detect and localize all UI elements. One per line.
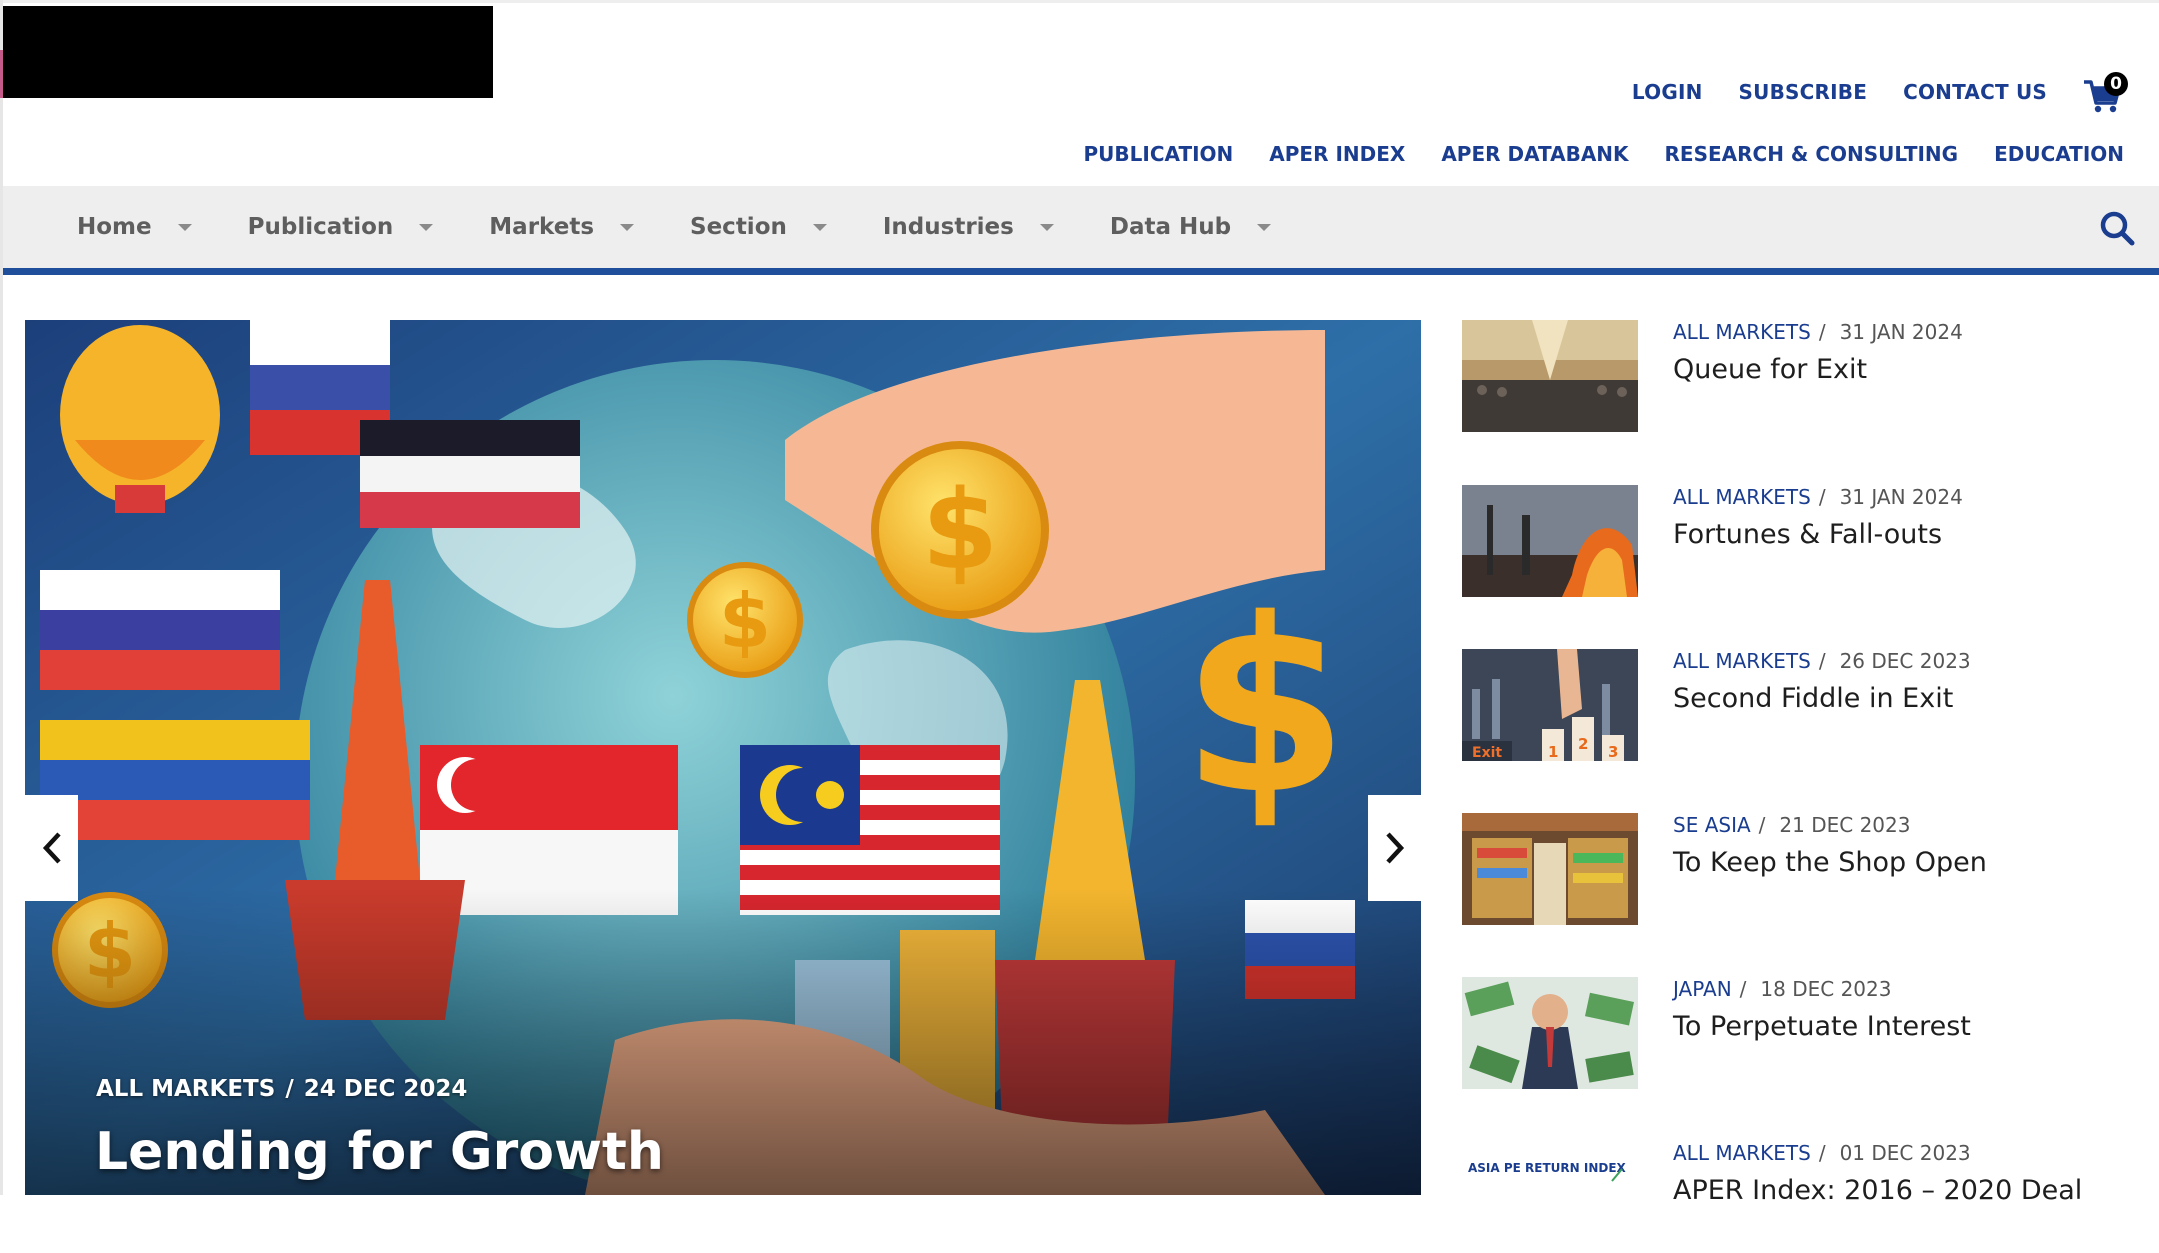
main-nav: Home Publication Markets Section Industr… xyxy=(3,186,2159,275)
search-icon[interactable] xyxy=(2099,210,2135,246)
article-title[interactable]: To Perpetuate Interest xyxy=(1673,1011,1971,1042)
chevron-right-icon xyxy=(1385,832,1404,864)
slide-title[interactable]: Lending for Growth xyxy=(95,1122,664,1182)
nav-label: Section xyxy=(690,214,787,240)
side-article: ASIA PE RETURN INDEX ALL MARKETS / 01 DE… xyxy=(1462,1141,2142,1253)
thumb-podium-2: 2 xyxy=(1578,735,1588,753)
chevron-down-icon xyxy=(177,223,192,231)
meta-separator: / xyxy=(1818,649,1826,673)
thumb-podium-1: 1 xyxy=(1548,743,1558,761)
hero-image: $ $ $ $ xyxy=(25,320,1421,1195)
aper-databank-link[interactable]: APER DATABANK xyxy=(1441,142,1628,166)
education-link[interactable]: EDUCATION xyxy=(1994,142,2124,166)
meta-separator: / xyxy=(1739,977,1747,1001)
article-category[interactable]: JAPAN xyxy=(1673,977,1732,1001)
article-meta: JAPAN / 18 DEC 2023 xyxy=(1673,977,1891,1001)
article-date: 21 DEC 2023 xyxy=(1779,813,1911,837)
article-thumbnail[interactable] xyxy=(1462,485,1638,597)
article-meta: ALL MARKETS / 01 DEC 2023 xyxy=(1673,1141,1971,1165)
meta-separator: / xyxy=(1818,1141,1826,1165)
subscribe-link[interactable]: SUBSCRIBE xyxy=(1739,80,1868,104)
article-thumbnail[interactable] xyxy=(1462,320,1638,432)
chevron-down-icon xyxy=(1039,223,1054,231)
chevron-down-icon xyxy=(620,223,635,231)
article-date: 26 DEC 2023 xyxy=(1839,649,1971,673)
article-meta: SE ASIA / 21 DEC 2023 xyxy=(1673,813,1910,837)
hero-slider[interactable]: $ $ $ $ ALL MARKETS / 24 DEC 2024 Lendin… xyxy=(25,320,1421,1195)
nav-item-publication[interactable]: Publication xyxy=(248,214,434,240)
nav-label: Home xyxy=(77,214,152,240)
nav-item-data-hub[interactable]: Data Hub xyxy=(1109,214,1272,240)
article-category[interactable]: ALL MARKETS xyxy=(1673,649,1811,673)
article-date: 31 JAN 2024 xyxy=(1839,320,1963,344)
left-border xyxy=(0,0,3,1195)
login-link[interactable]: LOGIN xyxy=(1632,80,1703,104)
chevron-left-icon xyxy=(42,832,61,864)
side-article: ALL MARKETS / 31 JAN 2024 Fortunes & Fal… xyxy=(1462,485,2142,597)
article-date: 31 JAN 2024 xyxy=(1839,485,1963,509)
chevron-down-icon xyxy=(1257,223,1272,231)
cart-count-badge: 0 xyxy=(2104,72,2128,96)
contact-us-link[interactable]: CONTACT US xyxy=(1903,80,2047,104)
thumb-podium-3: 3 xyxy=(1608,743,1618,761)
slider-prev-button[interactable] xyxy=(25,795,78,901)
article-category[interactable]: ALL MARKETS xyxy=(1673,485,1811,509)
top-border xyxy=(0,0,2159,3)
nav-label: Publication xyxy=(247,214,394,240)
publication-nav: PUBLICATION APER INDEX APER DATABANK RES… xyxy=(1084,142,2124,166)
chevron-down-icon xyxy=(812,223,827,231)
article-meta: ALL MARKETS / 26 DEC 2023 xyxy=(1673,649,1971,673)
article-meta: ALL MARKETS / 31 JAN 2024 xyxy=(1673,485,1963,509)
slider-next-button[interactable] xyxy=(1368,795,1421,901)
aper-index-link[interactable]: APER INDEX xyxy=(1269,142,1405,166)
nav-item-section[interactable]: Section xyxy=(690,214,827,240)
page: LOGIN SUBSCRIBE CONTACT US 0 PUBLICATION… xyxy=(0,0,2159,1253)
thumb-exit-label: Exit xyxy=(1472,745,1502,761)
article-category[interactable]: ALL MARKETS xyxy=(1673,1141,1811,1165)
article-thumbnail[interactable] xyxy=(1462,977,1638,1089)
article-title[interactable]: Second Fiddle in Exit xyxy=(1673,683,1953,714)
nav-item-home[interactable]: Home xyxy=(77,214,192,240)
side-article: JAPAN / 18 DEC 2023 To Perpetuate Intere… xyxy=(1462,977,2142,1089)
site-logo-redacted[interactable] xyxy=(3,6,493,98)
article-date: 01 DEC 2023 xyxy=(1839,1141,1971,1165)
side-article: Exit 1 2 3 ALL MARKETS / 26 DEC 2023 Sec… xyxy=(1462,649,2142,761)
nav-item-markets[interactable]: Markets xyxy=(489,214,635,240)
slide-separator: / xyxy=(285,1076,294,1102)
article-title[interactable]: To Keep the Shop Open xyxy=(1673,847,1987,878)
article-category[interactable]: ALL MARKETS xyxy=(1673,320,1811,344)
utility-nav: LOGIN SUBSCRIBE CONTACT US xyxy=(1632,80,2047,104)
article-date: 18 DEC 2023 xyxy=(1760,977,1892,1001)
slide-date: 24 DEC 2024 xyxy=(303,1076,468,1102)
article-title[interactable]: Fortunes & Fall-outs xyxy=(1673,519,1942,550)
side-article: SE ASIA / 21 DEC 2023 To Keep the Shop O… xyxy=(1462,813,2142,925)
chevron-down-icon xyxy=(419,223,434,231)
article-title[interactable]: Queue for Exit xyxy=(1673,354,1867,385)
meta-separator: / xyxy=(1758,813,1766,837)
side-article: ALL MARKETS / 31 JAN 2024 Queue for Exit xyxy=(1462,320,2142,432)
meta-separator: / xyxy=(1818,485,1826,509)
article-thumbnail[interactable]: Exit 1 2 3 xyxy=(1462,649,1638,761)
nav-item-industries[interactable]: Industries xyxy=(883,214,1054,240)
nav-label: Data Hub xyxy=(1109,214,1232,240)
nav-label: Markets xyxy=(489,214,595,240)
article-category[interactable]: SE ASIA xyxy=(1673,813,1751,837)
slide-meta: ALL MARKETS / 24 DEC 2024 xyxy=(96,1076,467,1102)
article-meta: ALL MARKETS / 31 JAN 2024 xyxy=(1673,320,1963,344)
slide-category[interactable]: ALL MARKETS xyxy=(96,1076,275,1102)
thumb-index-label: ASIA PE RETURN INDEX xyxy=(1468,1161,1627,1175)
meta-separator: / xyxy=(1818,320,1826,344)
article-thumbnail[interactable] xyxy=(1462,813,1638,925)
article-thumbnail[interactable]: ASIA PE RETURN INDEX xyxy=(1462,1141,1638,1253)
article-title[interactable]: APER Index: 2016 – 2020 Deal xyxy=(1673,1175,2082,1206)
nav-label: Industries xyxy=(882,214,1014,240)
research-consulting-link[interactable]: RESEARCH & CONSULTING xyxy=(1665,142,1959,166)
publication-link[interactable]: PUBLICATION xyxy=(1084,142,1234,166)
